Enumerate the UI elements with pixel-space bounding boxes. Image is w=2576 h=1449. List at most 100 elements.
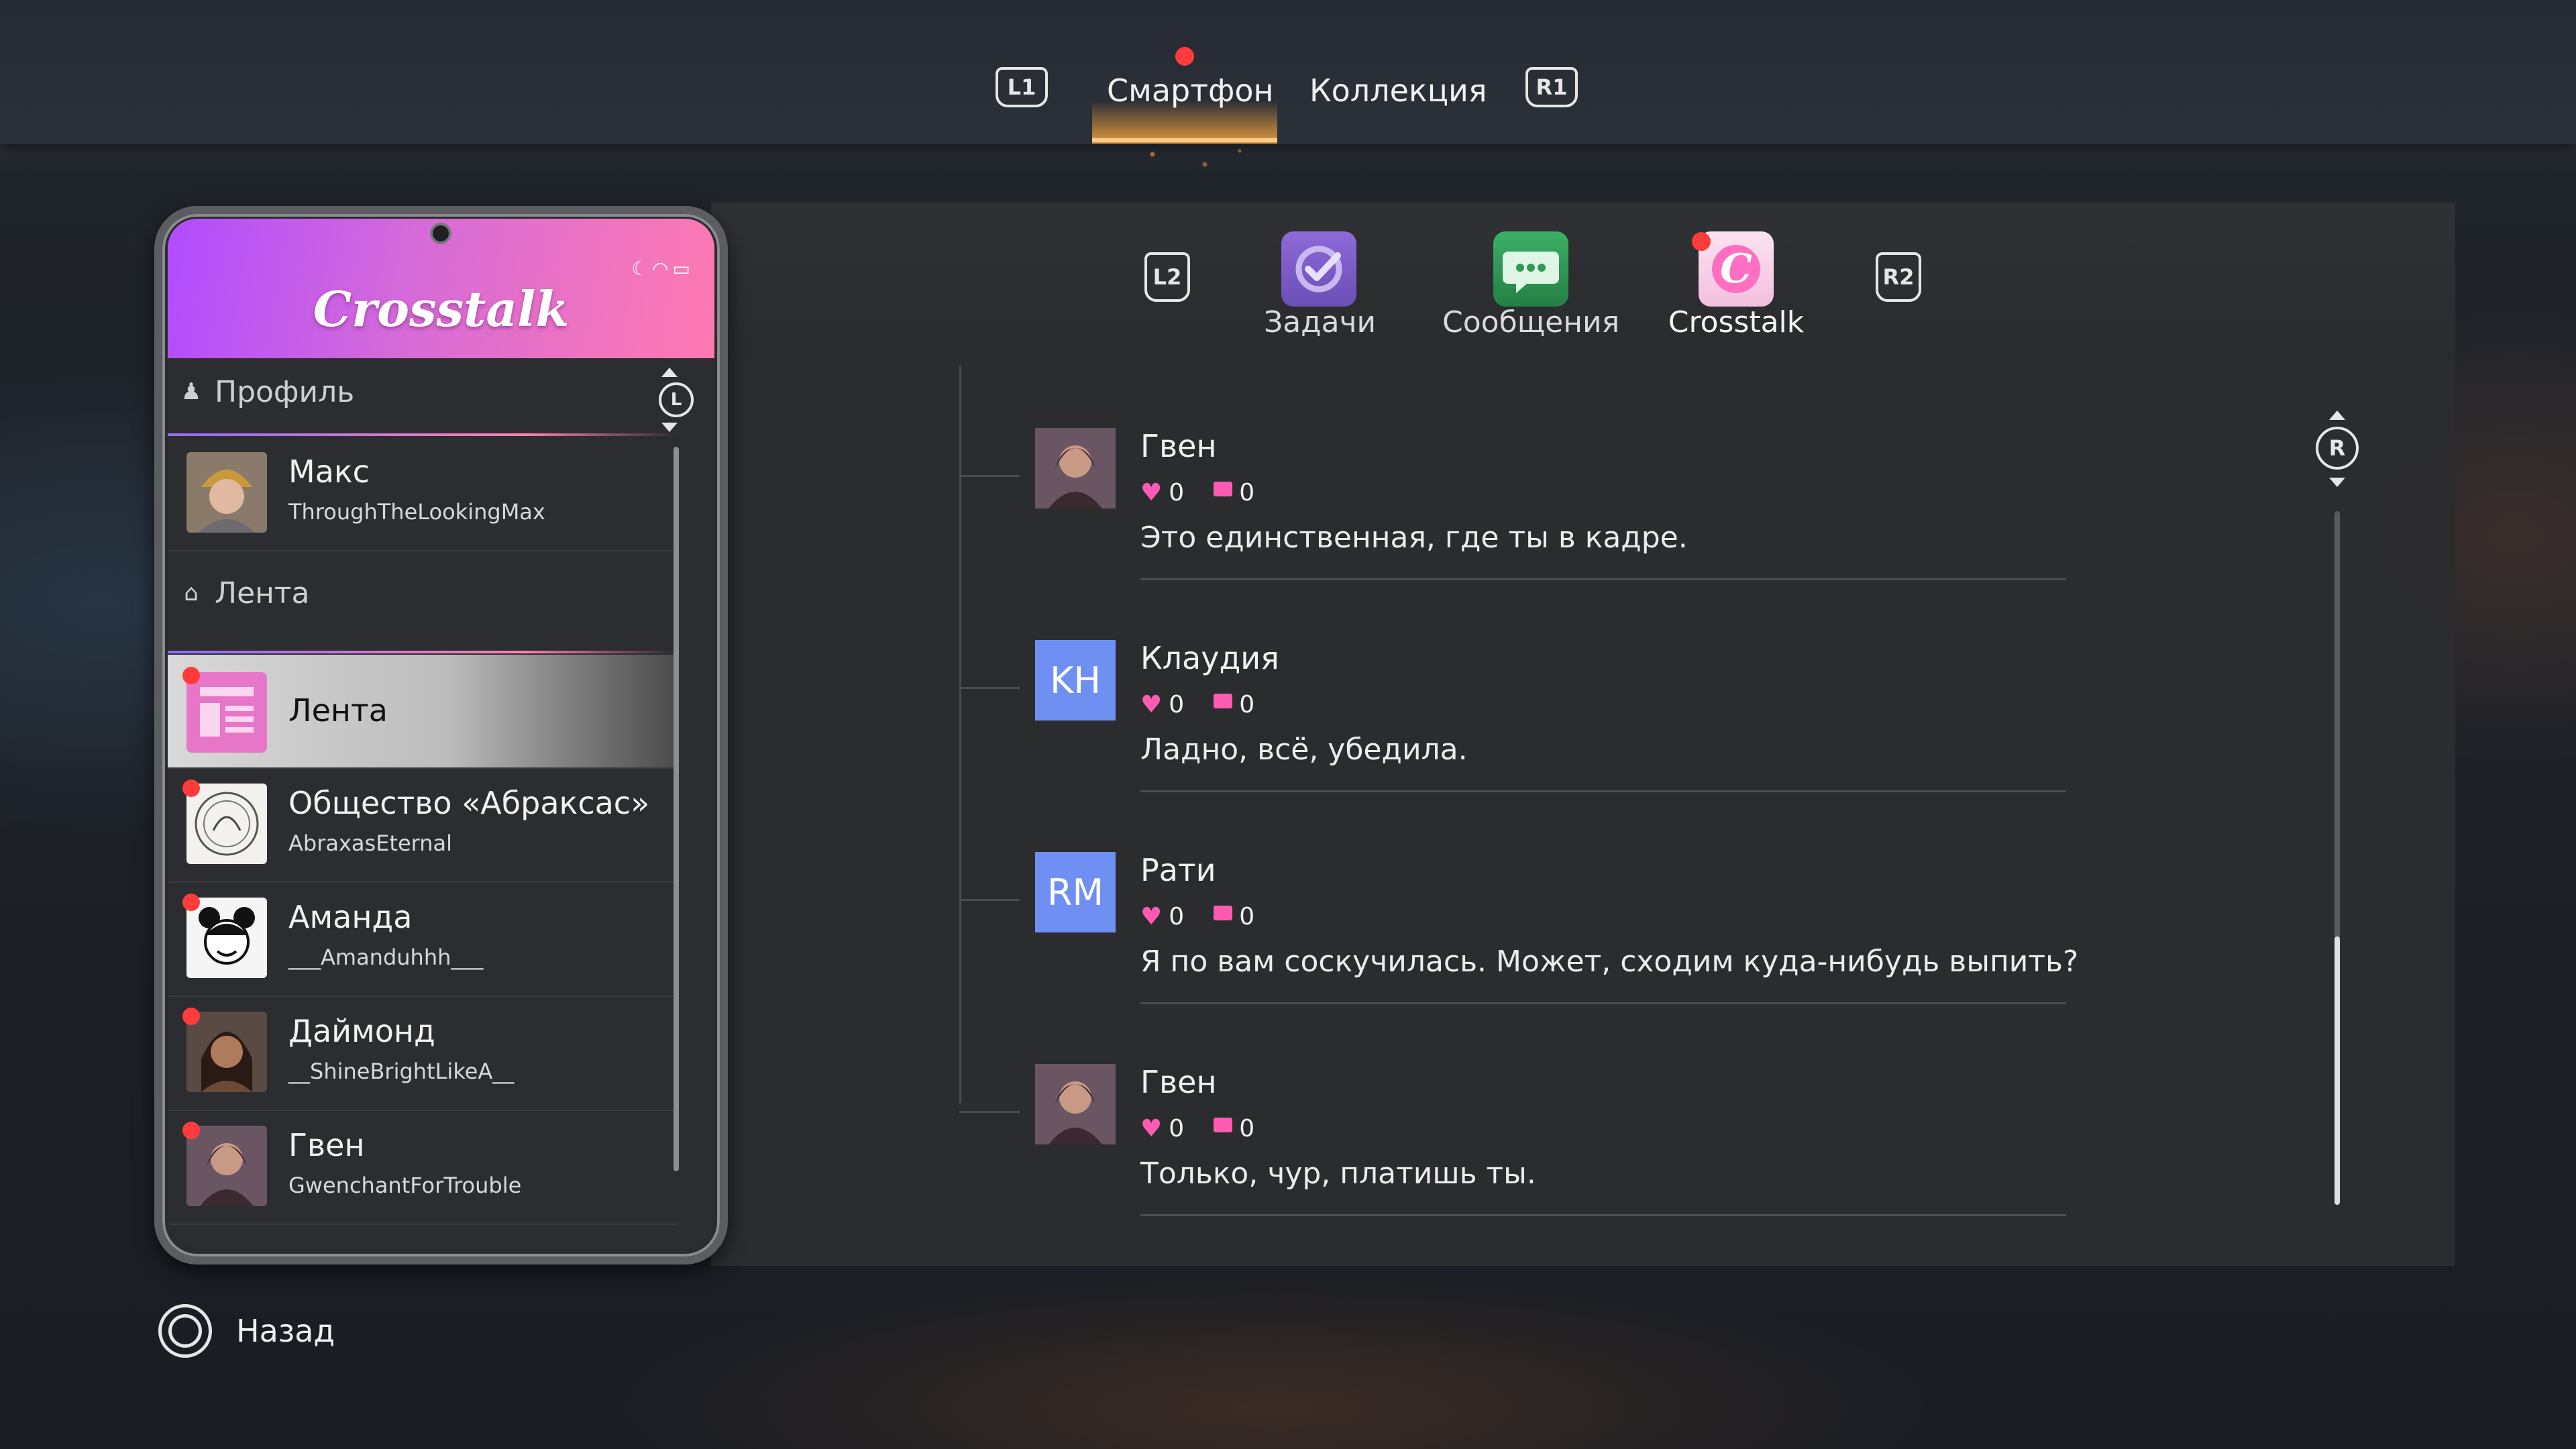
comment-icon	[1214, 482, 1233, 496]
feed-handle: __ShineBrightLikeA__	[288, 1059, 515, 1084]
author-avatar	[1035, 1064, 1116, 1144]
avatar	[186, 1012, 267, 1092]
author-initials: KH	[1035, 640, 1116, 720]
wifi-icon: ◠	[652, 258, 673, 280]
post-divider	[1140, 790, 2066, 792]
avatar	[186, 784, 267, 864]
post-divider	[1140, 578, 2066, 580]
list-scroll-down-icon	[661, 423, 678, 432]
scroll-down-arrow-icon	[2329, 478, 2345, 487]
left-stick-hint[interactable]: L	[659, 382, 694, 417]
post-stats: ♥ 0 0	[1140, 479, 1254, 506]
unread-dot	[182, 1008, 200, 1025]
feed-list-icon	[186, 672, 267, 753]
scroll-up-arrow-icon	[2329, 411, 2345, 420]
feed-section-header: ⌂ Лента	[168, 550, 678, 636]
like-count: 0	[1169, 479, 1185, 506]
post[interactable]: Гвен ♥ 0 0 Это единственная, где ты в ка…	[959, 428, 2066, 640]
chat-bubble-icon	[1503, 252, 1559, 293]
heart-icon: ♥	[1140, 479, 1163, 506]
feed-name: Лента	[288, 692, 388, 729]
feed-section-label: Лента	[215, 576, 310, 610]
post[interactable]: KH Клаудия ♥ 0 0 Ладно, всё, убедила.	[959, 640, 2066, 852]
unread-dot	[182, 1122, 200, 1139]
author-name: Гвен	[1140, 428, 1217, 464]
spark-effect	[1100, 144, 1275, 178]
tab-notification-dot	[1175, 47, 1194, 66]
feed-scroll-thumb[interactable]	[2334, 936, 2340, 1205]
like-count: 0	[1169, 903, 1185, 930]
unread-dot	[182, 894, 200, 911]
status-icons: ☾◠▭	[631, 258, 694, 280]
feed-item-diamond[interactable]: Даймонд __ShineBrightLikeA__	[168, 996, 678, 1111]
comment-icon	[1214, 906, 1233, 920]
profile-name: Макс	[288, 453, 370, 490]
active-tab-underline	[1092, 138, 1277, 142]
back-button[interactable]: Назад	[158, 1304, 335, 1358]
crosstalk-app-label: Crosstalk	[1668, 305, 1805, 339]
author-initials: RM	[1035, 852, 1116, 932]
r1-button-hint[interactable]: R1	[1525, 67, 1578, 107]
l1-button-hint[interactable]: L1	[996, 67, 1048, 107]
feed-handle: GwenchantForTrouble	[288, 1173, 522, 1198]
back-label: Назад	[236, 1313, 335, 1349]
author-name: Рати	[1140, 852, 1216, 888]
post-text: Это единственная, где ты в кадре.	[1140, 521, 1688, 555]
feed-item-abraxas[interactable]: Общество «Абраксас» AbraxasEternal	[168, 767, 678, 883]
feed-handle: AbraxasEternal	[288, 830, 453, 856]
heart-icon: ♥	[1140, 1115, 1163, 1142]
comment-icon	[1214, 1118, 1233, 1132]
feed-handle: ___Amanduhhh___	[288, 945, 484, 970]
unread-dot	[182, 780, 200, 797]
avatar	[186, 672, 267, 753]
post[interactable]: RM Рати ♥ 0 0 Я по вам соскучилась. Може…	[959, 852, 2078, 1064]
thread-branch	[959, 899, 1020, 901]
tasks-check-icon	[1295, 246, 1342, 292]
post-stats: ♥ 0 0	[1140, 903, 1254, 930]
author-avatar: KH	[1035, 640, 1116, 720]
feed-item-gwen[interactable]: Гвен GwenchantForTrouble	[168, 1110, 678, 1225]
profile-handle: ThroughTheLookingMax	[288, 499, 545, 525]
abraxas-emblem-icon	[186, 784, 267, 864]
feed-item-lenta[interactable]: Лента	[168, 655, 678, 769]
author-name: Клаудия	[1140, 640, 1279, 676]
right-stick-hint[interactable]: R	[2316, 427, 2359, 470]
camera-notch	[430, 223, 451, 244]
feed-item-amanda[interactable]: Аманда ___Amanduhhh___	[168, 881, 678, 997]
author-name: Гвен	[1140, 1064, 1217, 1100]
avatar	[186, 452, 267, 533]
feed-name: Даймонд	[288, 1013, 435, 1049]
post-text: Я по вам соскучилась. Может, сходим куда…	[1140, 945, 2079, 979]
svg-text:C: C	[1720, 246, 1752, 292]
heart-icon: ♥	[1140, 903, 1163, 930]
messages-app-icon[interactable]	[1493, 231, 1568, 307]
messages-app-label: Сообщения	[1442, 305, 1620, 339]
like-count: 0	[1169, 1115, 1185, 1142]
author-avatar: RM	[1035, 852, 1116, 932]
top-nav-bar	[0, 0, 2576, 144]
thread-branch	[959, 475, 1020, 477]
list-scroll-up-icon	[661, 368, 678, 377]
profile-section-label: Профиль	[215, 374, 355, 409]
comment-count: 0	[1239, 691, 1255, 718]
phone-header: ☾◠▭ Crosstalk	[168, 219, 714, 358]
r2-button-hint[interactable]: R2	[1876, 252, 1921, 302]
profile-section-header: ♟ Профиль	[168, 358, 678, 425]
post-divider	[1140, 1002, 2066, 1004]
profile-item[interactable]: Макс ThroughTheLookingMax	[168, 436, 678, 551]
battery-icon: ▭	[672, 258, 694, 280]
list-scroll-track[interactable]	[674, 447, 679, 1171]
tab-smartphone[interactable]: Смартфон	[1107, 72, 1274, 109]
tab-collection[interactable]: Коллекция	[1309, 72, 1487, 109]
comment-count: 0	[1239, 903, 1255, 930]
comment-count: 0	[1239, 1115, 1255, 1142]
tasks-app-label: Задачи	[1264, 305, 1377, 339]
post-stats: ♥ 0 0	[1140, 1115, 1254, 1142]
comment-count: 0	[1239, 479, 1255, 506]
post-divider	[1140, 1214, 2066, 1216]
thread-branch	[959, 1111, 1020, 1113]
l2-button-hint[interactable]: L2	[1144, 252, 1190, 302]
tasks-app-icon[interactable]	[1281, 231, 1356, 307]
post[interactable]: Гвен ♥ 0 0 Только, чур, платишь ты.	[959, 1064, 2066, 1276]
unread-dot	[182, 667, 200, 684]
